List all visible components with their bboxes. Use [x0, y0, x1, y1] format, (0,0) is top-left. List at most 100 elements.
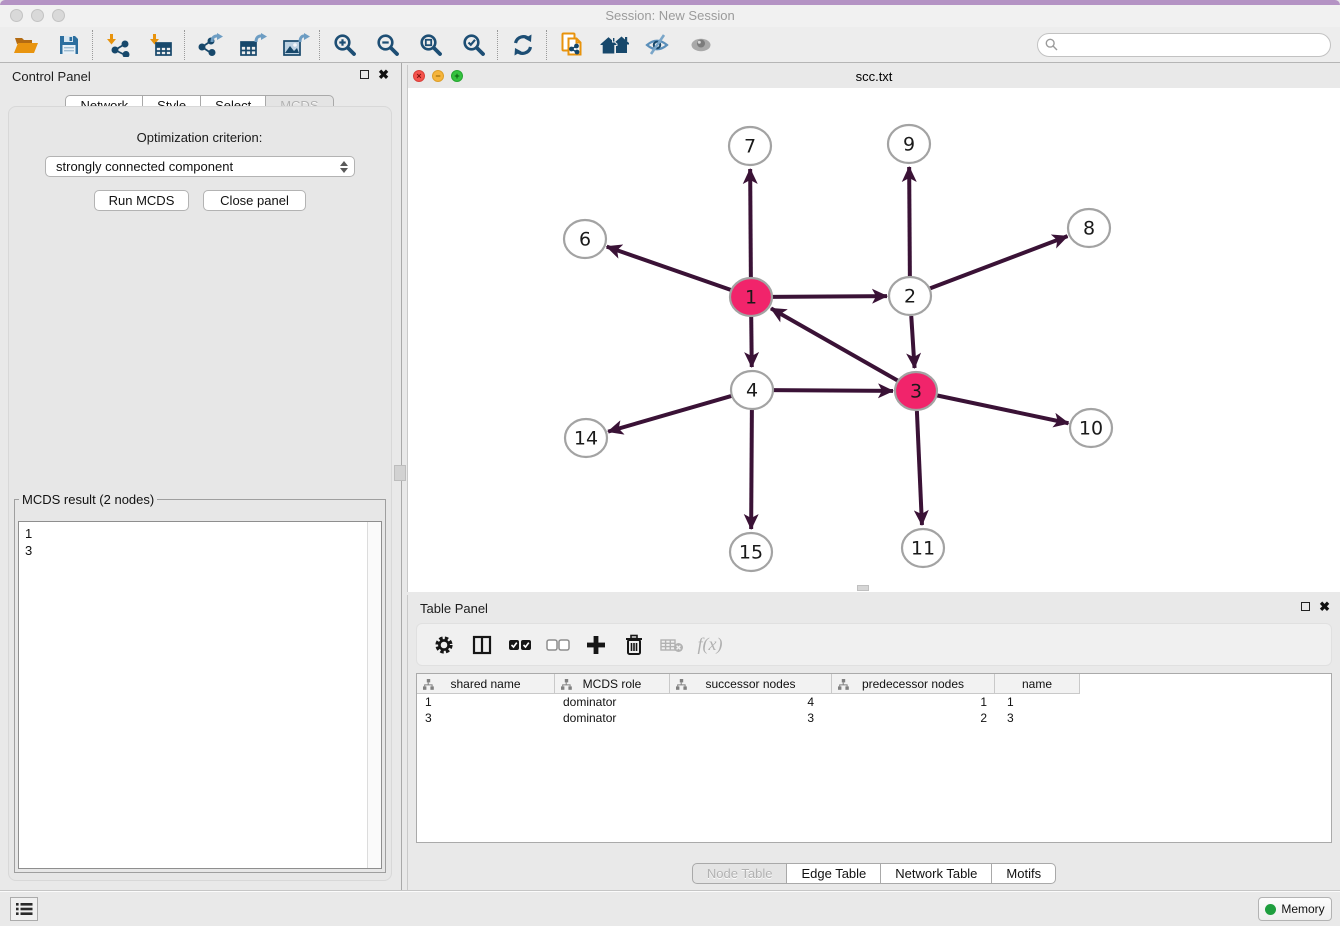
table-cell[interactable]: dominator: [555, 710, 670, 726]
table-row[interactable]: 3dominator323: [417, 710, 1331, 726]
table-cell[interactable]: 3: [670, 710, 832, 726]
graph-edge-3-10[interactable]: [936, 395, 1069, 423]
task-history-button[interactable]: [10, 897, 38, 921]
select-all-icon: [508, 638, 532, 652]
table-settings-button[interactable]: [425, 628, 463, 662]
table-cell[interactable]: 1: [832, 694, 995, 710]
graph-edge-1-6[interactable]: [607, 247, 732, 291]
svg-text:10: 10: [1079, 418, 1103, 440]
horizontal-splitter-handle[interactable]: [857, 585, 869, 591]
table-cell[interactable]: 3: [417, 710, 555, 726]
float-panel-icon[interactable]: [1301, 602, 1310, 611]
control-panel-header: Control Panel ✖: [0, 63, 399, 89]
duplicate-network-button[interactable]: [550, 29, 593, 61]
show-graphics-button[interactable]: [679, 29, 722, 61]
search-field[interactable]: [1037, 33, 1331, 57]
graph-node-15[interactable]: 15: [730, 533, 772, 571]
graph-edge-2-8[interactable]: [929, 236, 1068, 289]
mcds-result-title: MCDS result (2 nodes): [19, 492, 157, 507]
hide-style-button[interactable]: [636, 29, 679, 61]
graph-node-1[interactable]: 1: [730, 278, 772, 316]
column-header-predecessor-nodes[interactable]: predecessor nodes: [832, 674, 995, 694]
import-network-button[interactable]: [96, 29, 139, 61]
import-table-button[interactable]: [139, 29, 182, 61]
eye-icon: [688, 34, 714, 56]
deselect-all-button[interactable]: [539, 628, 577, 662]
graph-edge-2-3[interactable]: [911, 316, 914, 368]
graph-node-6[interactable]: 6: [564, 220, 606, 258]
refresh-button[interactable]: [501, 29, 544, 61]
search-icon: [1045, 38, 1058, 51]
graph-node-8[interactable]: 8: [1068, 209, 1110, 247]
status-bar: Memory: [0, 890, 1340, 926]
table-cell[interactable]: 4: [670, 694, 832, 710]
export-image-button[interactable]: [274, 29, 317, 61]
close-panel-icon[interactable]: ✖: [1319, 601, 1330, 612]
graph-node-10[interactable]: 10: [1070, 409, 1112, 447]
zoom-selected-button[interactable]: [452, 29, 495, 61]
export-table-button[interactable]: [231, 29, 274, 61]
result-scrollbar[interactable]: [367, 522, 381, 868]
criterion-select[interactable]: strongly connected component: [45, 156, 355, 177]
graph-edge-3-1[interactable]: [771, 308, 899, 381]
graph-edge-4-15[interactable]: [751, 410, 752, 529]
column-header-shared-name[interactable]: shared name: [417, 674, 555, 694]
graph-node-4[interactable]: 4: [731, 371, 773, 409]
mcds-result-area[interactable]: 1 3: [18, 521, 382, 869]
tab-edge-table[interactable]: Edge Table: [787, 863, 881, 884]
graph-edge-1-2[interactable]: [771, 296, 887, 297]
graph-edge-1-4[interactable]: [751, 317, 752, 367]
table-columns-button[interactable]: [463, 628, 501, 662]
vertical-splitter-handle[interactable]: [394, 465, 406, 481]
table-cell[interactable]: 2: [832, 710, 995, 726]
table-row[interactable]: 1dominator411: [417, 694, 1331, 710]
column-header-MCDS-role[interactable]: MCDS role: [555, 674, 670, 694]
zoom-out-button[interactable]: [366, 29, 409, 61]
tab-node-table[interactable]: Node Table: [692, 863, 788, 884]
tab-motifs[interactable]: Motifs: [992, 863, 1056, 884]
graph-node-7[interactable]: 7: [729, 127, 771, 165]
add-row-button[interactable]: [577, 628, 615, 662]
export-network-button[interactable]: [188, 29, 231, 61]
delete-table-button[interactable]: [653, 628, 691, 662]
delete-table-icon: [660, 636, 684, 654]
graph-edge-4-14[interactable]: [608, 396, 733, 432]
graph-node-11[interactable]: 11: [902, 529, 944, 567]
run-mcds-button[interactable]: Run MCDS: [94, 190, 189, 211]
import-table-icon: [148, 33, 174, 57]
table-cell[interactable]: 3: [995, 710, 1080, 726]
graph-node-14[interactable]: 14: [565, 419, 607, 457]
network-view-title: scc.txt: [408, 69, 1340, 84]
home-layout-button[interactable]: [593, 29, 636, 61]
tab-network-table[interactable]: Network Table: [881, 863, 992, 884]
open-session-button[interactable]: [4, 29, 47, 61]
window-title: Session: New Session: [0, 8, 1340, 23]
apply-function-button[interactable]: f(x): [691, 628, 729, 662]
graph-node-2[interactable]: 2: [889, 277, 931, 315]
save-session-button[interactable]: [47, 29, 90, 61]
graph-edge-2-9[interactable]: [909, 167, 910, 276]
memory-button[interactable]: Memory: [1258, 897, 1332, 921]
graph-edge-3-11[interactable]: [917, 411, 922, 525]
network-canvas[interactable]: 1 2 3 4 6 7 8 9 10 11 14 15: [408, 88, 1340, 592]
table-cell[interactable]: 1: [995, 694, 1080, 710]
float-panel-icon[interactable]: [360, 70, 369, 79]
column-header-name[interactable]: name: [995, 674, 1080, 694]
zoom-in-button[interactable]: [323, 29, 366, 61]
search-input[interactable]: [1058, 36, 1330, 54]
close-panel-icon[interactable]: ✖: [378, 69, 389, 80]
toolbar-separator: [184, 30, 186, 60]
delete-row-button[interactable]: [615, 628, 653, 662]
graph-node-3[interactable]: 3: [895, 372, 937, 410]
node-table[interactable]: shared nameMCDS rolesuccessor nodesprede…: [416, 673, 1332, 843]
graph-edge-1-7[interactable]: [750, 169, 751, 277]
table-cell[interactable]: dominator: [555, 694, 670, 710]
criterion-value: strongly connected component: [56, 159, 233, 174]
graph-node-9[interactable]: 9: [888, 125, 930, 163]
close-panel-button[interactable]: Close panel: [203, 190, 306, 211]
table-cell[interactable]: 1: [417, 694, 555, 710]
graph-edge-4-3[interactable]: [772, 390, 893, 391]
column-header-successor-nodes[interactable]: successor nodes: [670, 674, 832, 694]
select-all-button[interactable]: [501, 628, 539, 662]
zoom-fit-button[interactable]: [409, 29, 452, 61]
